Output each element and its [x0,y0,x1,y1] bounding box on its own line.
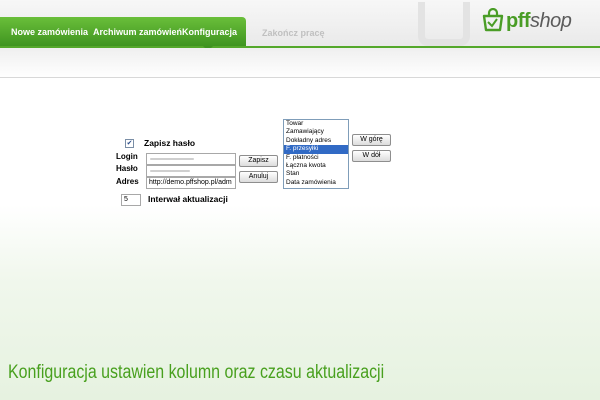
password-input[interactable] [146,165,236,177]
column-item-total[interactable]: Łączna kwota [284,162,348,170]
interval-label: Interwał aktualizacji [148,194,228,204]
columns-listbox[interactable]: Towar Zamawiający Dokładny adres F. prze… [283,119,349,189]
column-item-customer[interactable]: Zamawiający [284,128,348,136]
column-item-shipping[interactable]: F. przesyłki [284,145,348,154]
column-item-order-date[interactable]: Data zamówienia [284,179,348,187]
address-input[interactable]: http://demo.pffshop.pl/adm [146,177,236,189]
interval-input[interactable]: 5 [121,194,141,206]
save-button[interactable]: Zapisz [239,155,278,167]
save-password-checkbox[interactable]: ✔ [125,139,134,148]
config-form: ✔ Zapisz hasło Login Hasło Adres http://… [0,0,600,400]
column-item-status[interactable]: Stan [284,170,348,178]
address-label: Adres [116,177,139,186]
login-label: Login [116,152,138,161]
login-input[interactable] [146,153,236,165]
move-down-button[interactable]: W dół [352,150,391,162]
column-item-payment[interactable]: F. płatności [284,154,348,162]
password-masked-value [150,170,190,172]
cancel-button[interactable]: Anuluj [239,171,278,183]
login-masked-value [150,158,194,160]
save-password-label: Zapisz hasło [144,138,196,148]
caption-text: Konfiguracja ustawien kolumn oraz czasu … [8,362,385,383]
column-item-address[interactable]: Dokładny adres [284,137,348,145]
password-label: Hasło [116,164,138,173]
move-up-button[interactable]: W górę [352,134,391,146]
column-item-product[interactable]: Towar [284,120,348,128]
